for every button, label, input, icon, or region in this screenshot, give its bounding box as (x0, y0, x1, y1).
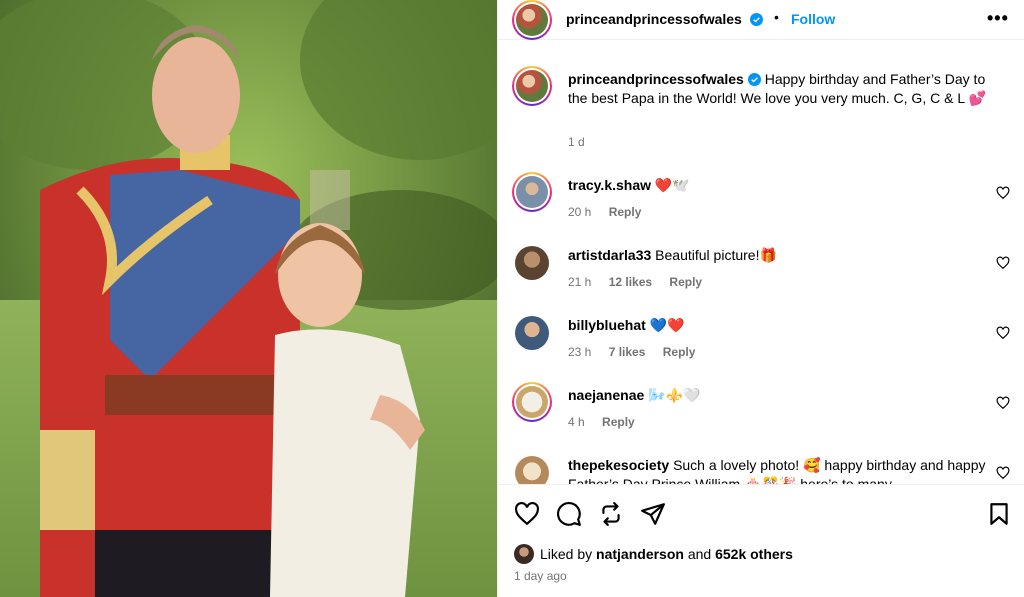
commenter-avatar[interactable] (512, 382, 552, 422)
author-avatar[interactable] (512, 0, 552, 40)
comment-meta: 21 h 12 likes Reply (568, 275, 716, 289)
commenter-avatar[interactable] (515, 316, 549, 350)
comment-like-icon[interactable] (996, 326, 1010, 340)
comment-time: 23 h (568, 345, 592, 359)
post-panel: princeandprincessofwales • Follow ••• pr… (497, 0, 1024, 597)
photo-illustration (0, 0, 497, 597)
reply-button[interactable]: Reply (602, 415, 635, 429)
follow-button[interactable]: Follow (791, 11, 835, 27)
commenter-avatar[interactable] (512, 172, 552, 212)
liked-by-and: and (683, 546, 716, 562)
caption-time: 1 d (568, 135, 585, 149)
more-options-icon[interactable]: ••• (987, 8, 1009, 29)
comment-text: 🌬️⚜️🤍 (648, 387, 701, 403)
liked-by-avatar[interactable] (514, 544, 534, 564)
send-icon[interactable] (640, 501, 666, 527)
comment-text-wrap: naejanenae 🌬️⚜️🤍 (568, 386, 988, 405)
heart-icon[interactable] (514, 501, 540, 527)
caption-text-wrap: princeandprincessofwales Happy birthday … (568, 70, 988, 108)
comment-username[interactable]: tracy.k.shaw (568, 177, 651, 193)
comment-meta: 20 h Reply (568, 205, 655, 219)
comment-like-icon[interactable] (996, 256, 1010, 270)
author-name-wrap: princeandprincessofwales (566, 11, 764, 29)
reply-button[interactable]: Reply (663, 345, 696, 359)
comment-text: Beautiful picture!🎁 (655, 247, 777, 263)
comment-text-wrap: tracy.k.shaw ❤️🕊️ (568, 176, 988, 195)
comment-meta: 23 h 7 likes Reply (568, 345, 709, 359)
comment-likes[interactable]: 7 likes (609, 345, 646, 359)
post-actions: Liked by natjanderson and 652k others 1 … (498, 484, 1024, 597)
comment-like-icon[interactable] (996, 396, 1010, 410)
liked-by[interactable]: Liked by natjanderson and 652k others (540, 546, 793, 562)
comment-like-icon[interactable] (996, 466, 1010, 480)
header-separator: • (774, 9, 779, 25)
caption-avatar[interactable] (512, 66, 552, 106)
verified-badge-icon (750, 13, 764, 26)
comment-text-wrap: artistdarla33 Beautiful picture!🎁 (568, 246, 988, 265)
comment-text-wrap: thepekesociety Such a lovely photo! 🥰 ha… (568, 456, 988, 484)
comment-time: 4 h (568, 415, 585, 429)
comment-time: 20 h (568, 205, 592, 219)
comment-like-icon[interactable] (996, 186, 1010, 200)
comments-list[interactable]: princeandprincessofwales Happy birthday … (498, 54, 1024, 484)
comment-username[interactable]: thepekesociety (568, 457, 669, 473)
liked-by-user[interactable]: natjanderson (596, 546, 684, 562)
comment-username[interactable]: billybluehat (568, 317, 646, 333)
commenter-avatar[interactable] (515, 456, 549, 484)
comment-username[interactable]: artistdarla33 (568, 247, 651, 263)
post-photo[interactable] (0, 0, 497, 597)
comment-text-wrap: billybluehat 💙❤️ (568, 316, 988, 335)
bookmark-icon[interactable] (986, 501, 1012, 527)
comment-time: 21 h (568, 275, 592, 289)
like-count[interactable]: 652k others (715, 546, 793, 562)
comment-text: 💙❤️ (649, 317, 685, 333)
caption-meta: 1 d (568, 135, 599, 149)
comment-text: ❤️🕊️ (654, 177, 690, 193)
caption-username[interactable]: princeandprincessofwales (568, 71, 744, 87)
author-username[interactable]: princeandprincessofwales (566, 11, 742, 27)
liked-by-prefix: Liked by (540, 546, 597, 562)
post-header: princeandprincessofwales • Follow ••• (498, 0, 1024, 40)
repost-icon[interactable] (598, 501, 624, 527)
comment-likes[interactable]: 12 likes (609, 275, 652, 289)
commenter-avatar[interactable] (515, 246, 549, 280)
post-time: 1 day ago (514, 569, 567, 583)
comment-username[interactable]: naejanenae (568, 387, 644, 403)
comment-meta: 4 h Reply (568, 415, 649, 429)
reply-button[interactable]: Reply (609, 205, 642, 219)
verified-badge-icon (747, 73, 761, 86)
comment-icon[interactable] (556, 501, 582, 527)
reply-button[interactable]: Reply (669, 275, 702, 289)
